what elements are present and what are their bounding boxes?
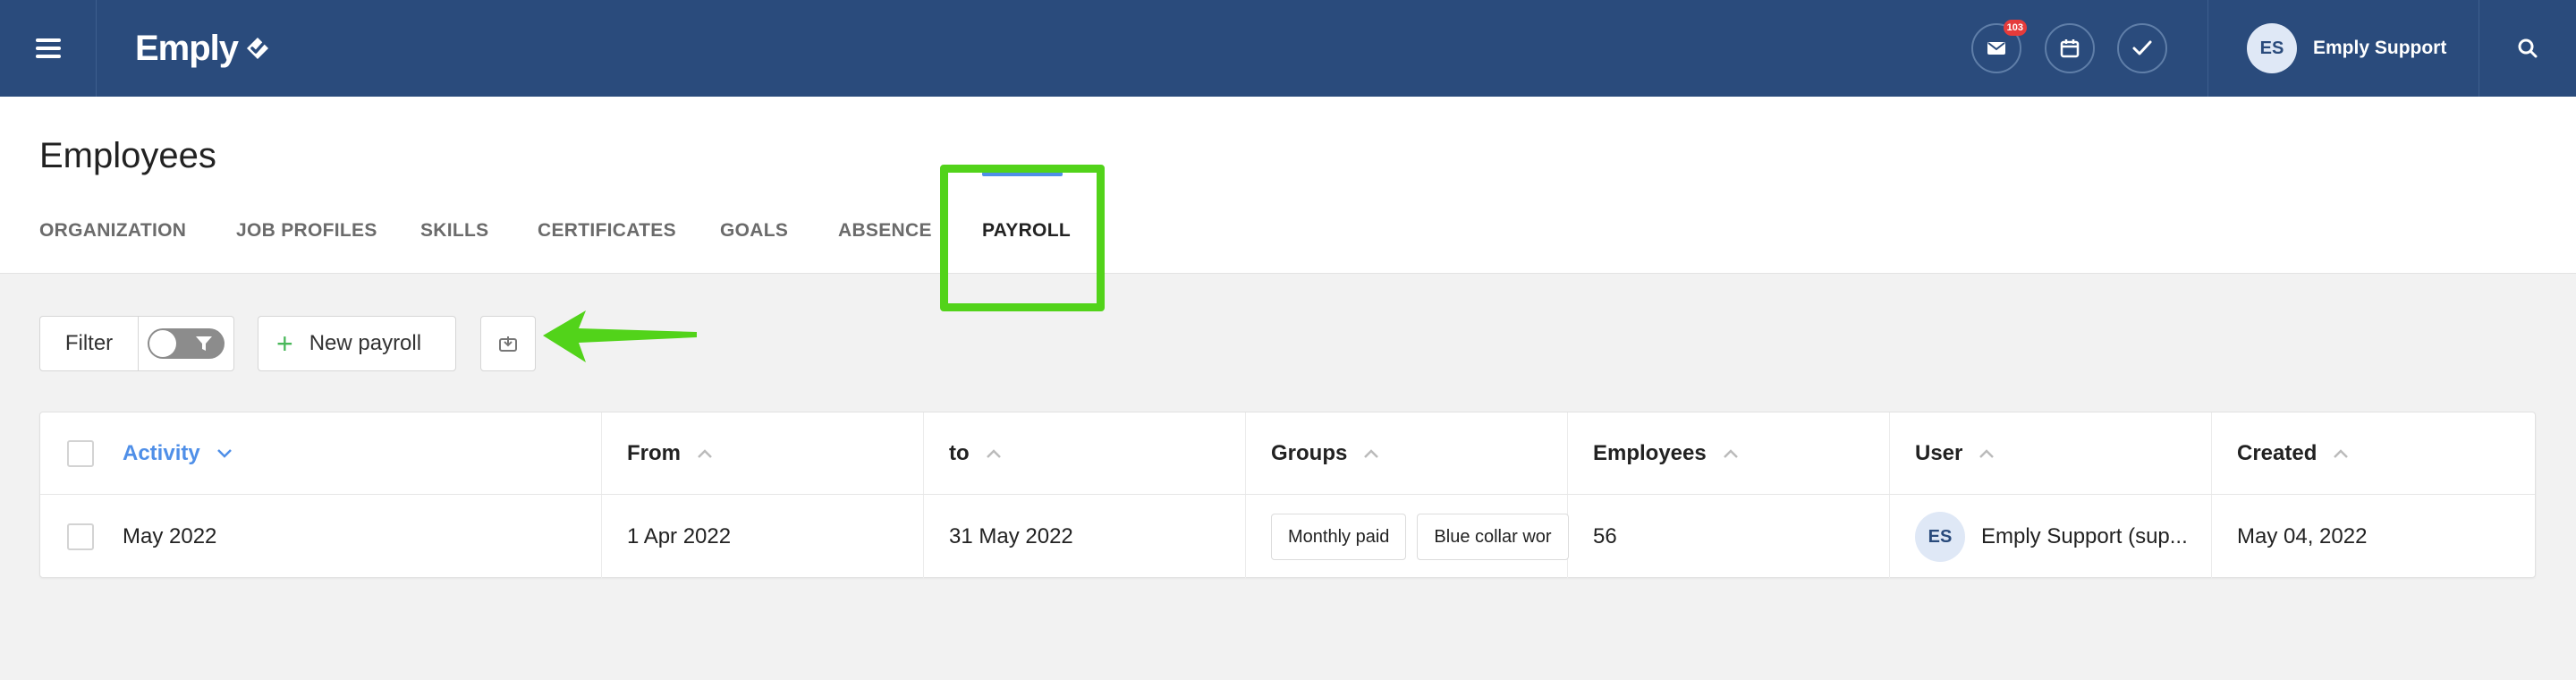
filter-toggle-wrapper xyxy=(139,317,233,370)
tab-skills[interactable]: SKILLS xyxy=(420,220,488,242)
cell-from: 1 Apr 2022 xyxy=(627,524,732,548)
avatar: ES xyxy=(1915,512,1965,562)
group-tag: Blue collar wor xyxy=(1417,514,1569,560)
tab-goals[interactable]: GOALS xyxy=(720,220,788,242)
cell-groups: Monthly paid Blue collar wor xyxy=(1271,495,1606,579)
user-name-cell: Emply Support (sup... xyxy=(1981,524,2188,548)
column-header-from[interactable]: From xyxy=(627,412,713,495)
table-header: Activity From to Groups Employees User C… xyxy=(40,412,2535,495)
chevron-up-icon xyxy=(698,449,712,458)
logo-mark-icon xyxy=(247,38,269,59)
group-tag: Monthly paid xyxy=(1271,514,1407,560)
chevron-up-icon xyxy=(1723,449,1738,458)
tab-certificates[interactable]: CERTIFICATES xyxy=(538,220,676,242)
toggle-knob xyxy=(149,330,176,357)
cell-activity: May 2022 xyxy=(123,524,217,548)
menu-button[interactable] xyxy=(0,0,97,97)
plus-icon: + xyxy=(276,327,293,360)
column-header-employees[interactable]: Employees xyxy=(1593,412,1739,495)
tab-organization[interactable]: ORGANIZATION xyxy=(39,220,186,242)
chevron-down-icon xyxy=(216,449,232,458)
column-header-activity[interactable]: Activity xyxy=(123,412,233,495)
filter-funnel-icon xyxy=(196,336,212,351)
tab-absence[interactable]: ABSENCE xyxy=(838,220,932,242)
menu-icon xyxy=(35,38,61,58)
cell-to: 31 May 2022 xyxy=(949,524,1073,548)
green-arrow-annotation-icon xyxy=(543,310,697,362)
mail-icon xyxy=(1987,42,2005,55)
column-header-user[interactable]: User xyxy=(1915,412,1995,495)
search-button[interactable] xyxy=(2479,0,2576,97)
avatar: ES xyxy=(2247,23,2297,73)
check-icon xyxy=(2132,40,2152,55)
payroll-tab-highlight-box xyxy=(940,165,1105,311)
chevron-up-icon xyxy=(1364,449,1379,458)
page-header: Employees ORGANIZATION JOB PROFILES SKIL… xyxy=(0,97,2576,274)
export-button[interactable] xyxy=(480,316,536,371)
calendar-button[interactable] xyxy=(2045,23,2095,73)
cell-created: May 04, 2022 xyxy=(2237,524,2368,548)
tasks-button[interactable] xyxy=(2117,23,2167,73)
cell-user: ES Emply Support (sup... xyxy=(1915,495,2188,579)
tab-job-profiles[interactable]: JOB PROFILES xyxy=(236,220,377,242)
column-header-groups[interactable]: Groups xyxy=(1271,412,1379,495)
column-header-label: Employees xyxy=(1593,441,1707,465)
mail-count-badge: 103 xyxy=(2003,20,2027,36)
column-header-label: Activity xyxy=(123,441,200,465)
column-header-label: From xyxy=(627,441,681,465)
user-menu[interactable]: ES Emply Support xyxy=(2247,23,2446,73)
chevron-up-icon xyxy=(986,449,1001,458)
logo[interactable]: Emply xyxy=(135,27,272,70)
new-payroll-label: New payroll xyxy=(309,331,422,355)
select-all-checkbox[interactable] xyxy=(67,440,94,467)
column-header-label: User xyxy=(1915,441,1963,465)
chevron-up-icon xyxy=(1979,449,1995,458)
topbar-divider xyxy=(2207,0,2208,97)
column-header-to[interactable]: to xyxy=(949,412,1002,495)
download-icon xyxy=(499,336,517,352)
page-title: Employees xyxy=(39,136,216,175)
mail-button[interactable]: 103 xyxy=(1971,20,2027,73)
calendar-icon xyxy=(2060,39,2080,58)
column-header-label: Groups xyxy=(1271,441,1348,465)
top-navigation-bar: Emply 103 ES Emply Support xyxy=(0,0,2576,97)
column-header-label: to xyxy=(949,441,970,465)
filter-control: Filter xyxy=(39,316,234,371)
logo-text: Emply xyxy=(135,28,239,68)
column-header-label: Created xyxy=(2237,441,2318,465)
column-header-created[interactable]: Created xyxy=(2237,412,2349,495)
cell-employees: 56 xyxy=(1593,524,1617,548)
table-row[interactable]: May 2022 1 Apr 2022 31 May 2022 Monthly … xyxy=(40,495,2535,579)
filter-toggle[interactable] xyxy=(148,328,225,359)
user-name: Emply Support xyxy=(2313,38,2447,58)
filter-label[interactable]: Filter xyxy=(40,317,139,370)
payroll-table: Activity From to Groups Employees User C… xyxy=(39,412,2536,579)
chevron-up-icon xyxy=(2334,449,2349,458)
row-checkbox[interactable] xyxy=(67,523,94,550)
new-payroll-button[interactable]: + New payroll xyxy=(258,316,456,371)
search-icon xyxy=(2518,38,2538,58)
